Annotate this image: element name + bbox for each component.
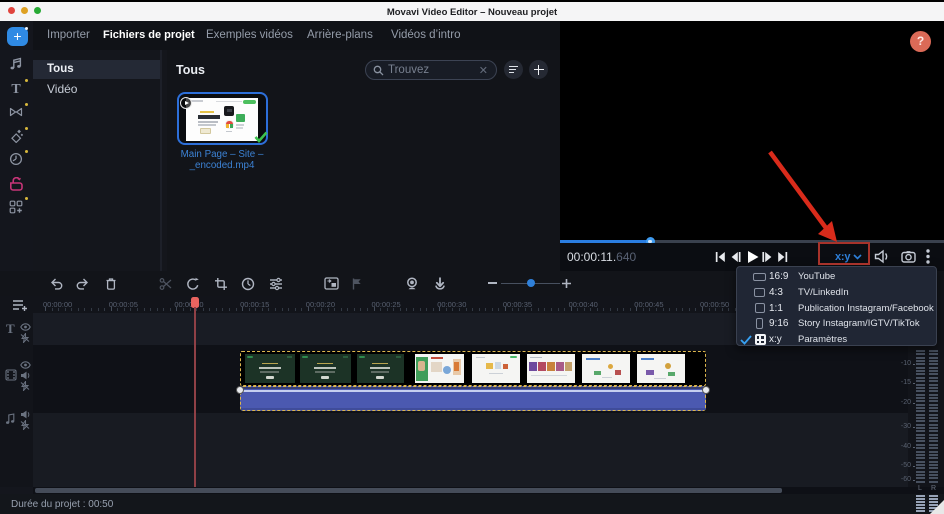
svg-text:T: T <box>11 82 21 95</box>
